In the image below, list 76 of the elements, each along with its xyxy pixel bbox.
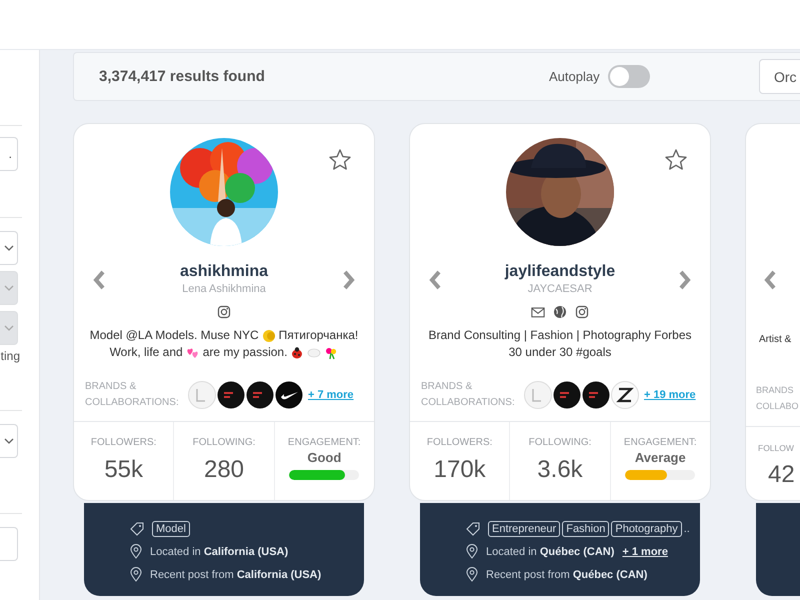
globe-icon[interactable] [553, 305, 567, 319]
stat-label: ENGAGEMENT: [288, 436, 361, 450]
bio-text: Artist & [759, 334, 792, 345]
location-pin-icon [130, 544, 142, 559]
results-count: 3,374,417 results found [99, 68, 266, 85]
envelope-icon[interactable] [531, 305, 545, 319]
recent-post-text: Recent post from Québec (CAN) [486, 568, 648, 580]
tag[interactable]: Photography [611, 520, 682, 536]
star-icon[interactable] [328, 148, 352, 172]
dropdown[interactable] [0, 231, 18, 265]
brands-label: BRANDS & COLLABORATIONS: [421, 380, 516, 410]
filter-label: ting [0, 349, 20, 363]
brand-logo-icon[interactable] [275, 381, 303, 409]
moon-icon [262, 328, 276, 342]
tag[interactable]: Entrepreneur [488, 520, 560, 536]
brand-logo-icon[interactable] [582, 381, 610, 409]
ladybug-icon [290, 346, 304, 360]
stat-label: FOLLOWING: [192, 436, 256, 450]
stat-value: 170k [434, 456, 486, 484]
recent-post-text: Recent post from California (USA) [150, 568, 322, 580]
autoplay-toggle[interactable] [608, 65, 650, 88]
chevron-right-icon[interactable] [342, 270, 356, 290]
tag-icon [466, 522, 480, 536]
stat-label: ENGAGEMENT: [624, 436, 697, 450]
instagram-icon[interactable] [575, 305, 589, 319]
location-pin-icon [466, 567, 478, 582]
instagram-icon[interactable] [217, 305, 231, 319]
stat-label: FOLLOWERS: [426, 436, 492, 450]
full-name: Lena Ashikhmina [182, 282, 266, 296]
brand-logo-icon[interactable] [553, 381, 581, 409]
chevron-left-icon[interactable] [763, 270, 777, 290]
more-link[interactable]: + 1 more [622, 546, 668, 558]
full-name: JAYCAESAR [528, 282, 592, 296]
bouquet-icon [324, 346, 338, 360]
autoplay-label: Autoplay [549, 69, 600, 84]
brands-label: BRANDS [756, 384, 795, 397]
stat-value: 280 [204, 456, 244, 484]
input-field[interactable] [0, 527, 18, 561]
dropdown[interactable] [0, 424, 18, 458]
order-dropdown[interactable]: Orc [759, 59, 800, 94]
stat-value: 3.6k [537, 456, 583, 484]
chevron-left-icon[interactable] [92, 270, 106, 290]
brand-logo-icon[interactable] [217, 381, 245, 409]
brand-logo-icon[interactable] [246, 381, 274, 409]
stat-label: FOLLOWERS: [90, 436, 156, 450]
star-icon[interactable] [664, 148, 688, 172]
brand-logo-icon[interactable] [611, 381, 639, 409]
tag[interactable]: Model [152, 520, 190, 536]
bio-text: are my passion. [202, 344, 288, 361]
stat-label: FOLLOWING: [528, 436, 592, 450]
tag[interactable]: Fashion [562, 520, 610, 536]
username[interactable]: ashikhmina [180, 262, 268, 282]
more-tags-text: .. [684, 522, 690, 534]
username[interactable]: jaylifeandstyle [504, 262, 616, 282]
brands-label: COLLABO [756, 400, 799, 413]
thought-bubble-icon [307, 346, 322, 360]
brands-label: BRANDS & COLLABORATIONS: [85, 380, 180, 410]
hearts-icon [186, 346, 200, 360]
bio-text: Work, life and [110, 344, 183, 361]
chevron-right-icon[interactable] [678, 270, 692, 290]
bio-text: Пятигорчанка! [278, 327, 358, 344]
location-text: Located in Québec (CAN) [486, 546, 614, 558]
bio-text: Model @LA Models. Muse NYC [90, 327, 259, 344]
engagement-rating: Good [307, 450, 342, 466]
stat-value: 42 [767, 461, 796, 489]
chevron-left-icon[interactable] [428, 270, 442, 290]
tag-icon [130, 522, 144, 536]
stat-value: 55k [104, 456, 144, 484]
bio-text: 30 under 30 #goals [508, 344, 612, 361]
location-pin-icon [130, 567, 142, 582]
location-pin-icon [466, 544, 478, 559]
input-field[interactable]: . [0, 137, 18, 171]
stat-label: FOLLOW [758, 442, 795, 455]
engagement-rating: Average [634, 450, 686, 466]
location-text: Located in California (USA) [150, 546, 288, 558]
bio-text: Brand Consulting | Fashion | Photography Forbes [428, 327, 692, 344]
